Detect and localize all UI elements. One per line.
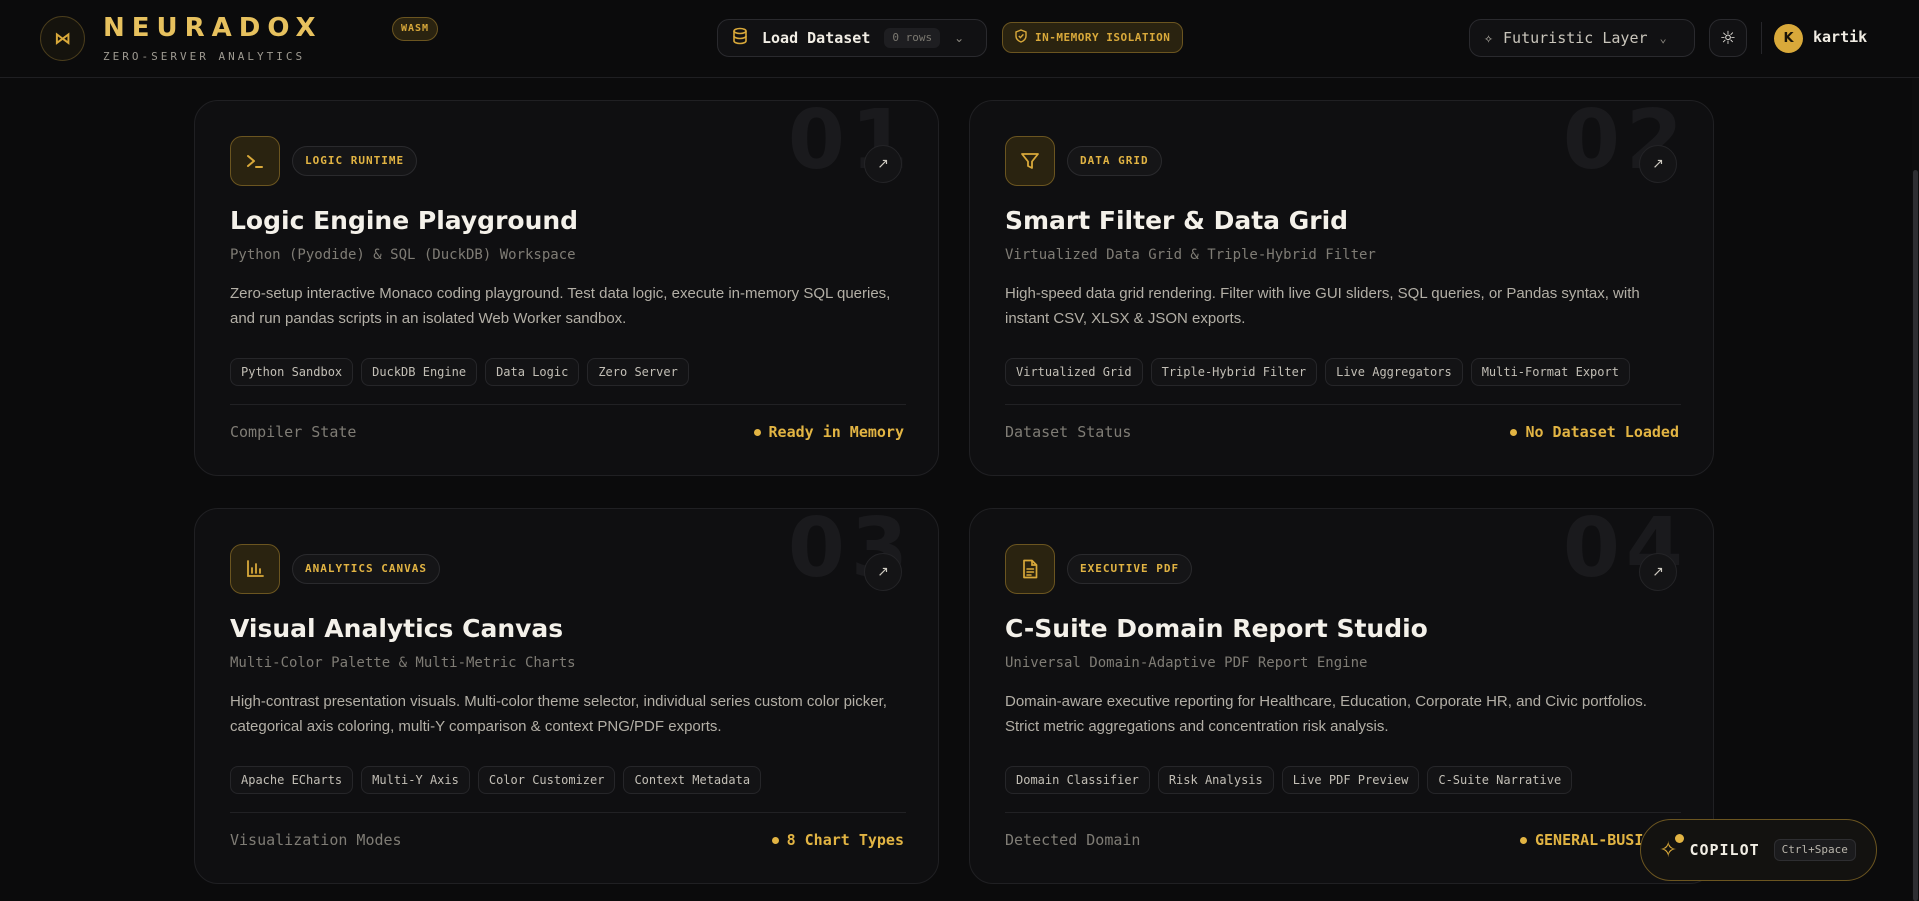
card-divider [230, 812, 906, 813]
feature-card-report-studio[interactable]: 04 EXECUTIVE PDF ↗ C-Suite Domain Report… [969, 508, 1714, 884]
category-badge: LOGIC RUNTIME [292, 146, 418, 176]
load-dataset-button[interactable]: Load Dataset 0 rows ⌄ [717, 19, 987, 57]
card-description: High-speed data grid rendering. Filter w… [1005, 285, 1640, 327]
username[interactable]: kartik [1813, 28, 1867, 46]
header-divider [1761, 22, 1762, 54]
copilot-label: COPILOT [1689, 841, 1760, 859]
tag-list: Python Sandbox DuckDB Engine Data Logic … [230, 358, 689, 386]
card-title: Logic Engine Playground [230, 206, 579, 235]
status-dot [771, 836, 779, 844]
open-arrow-icon[interactable]: ↗ [1639, 553, 1677, 591]
copilot-button[interactable]: ✧ COPILOT Ctrl+Space [1640, 819, 1877, 881]
avatar[interactable]: K [1774, 24, 1803, 53]
row-count-badge: 0 rows [884, 28, 941, 48]
logo-icon[interactable]: ⋈ [40, 16, 85, 61]
tag: Python Sandbox [230, 358, 354, 386]
card-subtitle: Universal Domain-Adaptive PDF Report Eng… [1005, 655, 1368, 671]
layer-label: Futuristic Layer [1503, 29, 1648, 47]
status-dot [1520, 836, 1527, 844]
tag: Multi-Format Export [1470, 358, 1630, 386]
card-divider [230, 404, 906, 405]
card-title: Smart Filter & Data Grid [1005, 206, 1349, 235]
card-divider [1005, 404, 1681, 405]
sparkles-icon: ✧ [1484, 29, 1494, 47]
status-text: 8 Chart Types [786, 831, 904, 849]
card-subtitle: Python (Pyodide) & SQL (DuckDB) Workspac… [230, 247, 576, 263]
feature-card-logic-engine[interactable]: 01 LOGIC RUNTIME ↗ Logic Engine Playgrou… [194, 100, 939, 476]
shortcut-hint: Ctrl+Space [1773, 839, 1856, 861]
terminal-icon [230, 136, 280, 186]
top-header: ⋈ NEURADOX WASM ZERO-SERVER ANALYTICS Lo… [0, 0, 1919, 78]
card-description: Domain-aware executive reporting for Hea… [1005, 693, 1647, 735]
tag: Domain Classifier [1005, 766, 1150, 794]
tag-list: Virtualized Grid Triple-Hybrid Filter Li… [1005, 358, 1630, 386]
card-subtitle: Virtualized Data Grid & Triple-Hybrid Fi… [1005, 247, 1376, 263]
category-badge: EXECUTIVE PDF [1067, 554, 1193, 584]
tag: DuckDB Engine [361, 358, 478, 386]
category-badge: DATA GRID [1067, 146, 1162, 176]
open-arrow-icon[interactable]: ↗ [864, 145, 902, 183]
status-value: 8 Chart Types [771, 831, 904, 849]
status-dot [1510, 428, 1518, 436]
status-label: Detected Domain [1005, 831, 1141, 849]
status-label: Dataset Status [1005, 423, 1132, 441]
tag: Multi-Y Axis [361, 766, 470, 794]
tag: Apache ECharts [230, 766, 354, 794]
shield-icon [1015, 29, 1027, 46]
tag: Live PDF Preview [1281, 766, 1420, 794]
brand-tagline: ZERO-SERVER ANALYTICS [103, 50, 306, 63]
status-value: Ready in Memory [753, 423, 904, 441]
card-title: Visual Analytics Canvas [230, 614, 564, 643]
feature-card-data-grid[interactable]: 02 DATA GRID ↗ Smart Filter & Data Grid … [969, 100, 1714, 476]
tag-list: Domain Classifier Risk Analysis Live PDF… [1005, 766, 1573, 794]
status-text: No Dataset Loaded [1525, 423, 1679, 441]
notification-dot [1675, 833, 1685, 843]
card-description: High-contrast presentation visuals. Mult… [230, 693, 887, 735]
tag: Triple-Hybrid Filter [1150, 358, 1318, 386]
database-icon [732, 27, 750, 49]
tag: Zero Server [587, 358, 689, 386]
chevron-down-icon: ⌄ [1659, 31, 1667, 45]
open-arrow-icon[interactable]: ↗ [864, 553, 902, 591]
tag: Data Logic [485, 358, 580, 386]
feature-card-analytics-canvas[interactable]: 03 ANALYTICS CANVAS ↗ Visual Analytics C… [194, 508, 939, 884]
status-label: Visualization Modes [230, 831, 402, 849]
filter-icon [1005, 136, 1055, 186]
wasm-badge: WASM [392, 17, 439, 41]
open-arrow-icon[interactable]: ↗ [1639, 145, 1677, 183]
isolation-badge: IN-MEMORY ISOLATION [1002, 22, 1184, 53]
category-badge: ANALYTICS CANVAS [292, 554, 440, 584]
tag: Virtualized Grid [1005, 358, 1143, 386]
tag: Context Metadata [623, 766, 762, 794]
theme-toggle-button[interactable]: ☼ [1709, 19, 1747, 57]
tag: Live Aggregators [1325, 358, 1463, 386]
tag: C-Suite Narrative [1427, 766, 1573, 794]
tag-list: Apache ECharts Multi-Y Axis Color Custom… [230, 766, 762, 794]
status-dot [753, 428, 761, 436]
card-description: Zero-setup interactive Monaco coding pla… [230, 285, 891, 327]
scrollbar-thumb[interactable] [1913, 170, 1918, 901]
bar-chart-icon [230, 544, 280, 594]
card-title: C-Suite Domain Report Studio [1005, 614, 1428, 643]
sparkles-icon: ✧ [1659, 833, 1685, 863]
card-divider [1005, 812, 1681, 813]
status-value: GENERAL-BUSI [1520, 831, 1643, 849]
tag: Color Customizer [477, 766, 616, 794]
status-value: No Dataset Loaded [1510, 423, 1679, 441]
tag: Risk Analysis [1157, 766, 1274, 794]
isolation-label: IN-MEMORY ISOLATION [1035, 31, 1171, 44]
sun-icon: ☼ [1719, 27, 1737, 49]
layer-select[interactable]: ✧ Futuristic Layer ⌄ [1469, 19, 1695, 57]
status-label: Compiler State [230, 423, 357, 441]
status-text: GENERAL-BUSI [1535, 831, 1644, 849]
card-subtitle: Multi-Color Palette & Multi-Metric Chart… [230, 655, 576, 671]
document-icon [1005, 544, 1055, 594]
load-dataset-label: Load Dataset [762, 29, 871, 47]
status-text: Ready in Memory [768, 423, 904, 441]
chevron-down-icon: ⌄ [954, 31, 965, 45]
brand-name: NEURADOX [103, 13, 323, 43]
